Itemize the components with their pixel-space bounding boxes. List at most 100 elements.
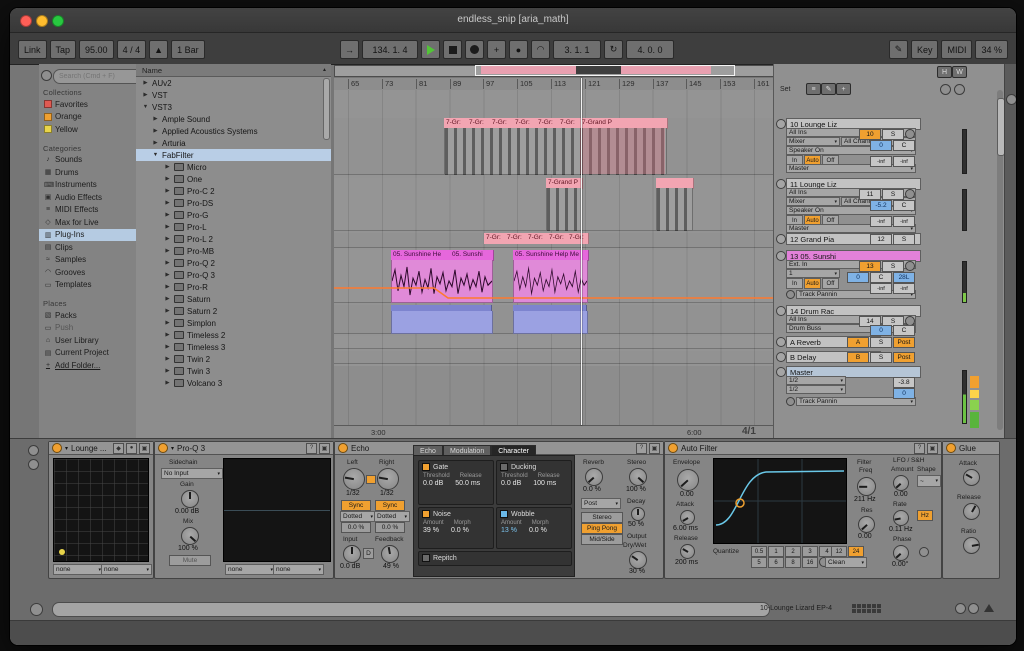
lfo-shape-dropdown[interactable]: ~ [917,475,941,487]
track-fold-icon[interactable] [776,251,786,261]
tree-item-applied-acoustics[interactable]: ▶Applied Acoustics Systems [136,125,331,137]
gate-release-value[interactable]: 50.0 ms [455,480,480,487]
pre-post-toggle[interactable]: Post [893,352,915,363]
tree-item-pro-r[interactable]: ▶Pro-R [136,281,331,293]
decay-value[interactable]: 50 % [628,521,644,528]
mix-knob[interactable] [181,527,199,545]
browser-toggle-icon[interactable] [41,70,52,81]
sidechain-right-dropdown[interactable]: none [273,564,324,575]
collection-favorites[interactable]: Favorites [39,98,136,111]
tree-item-pro-l2[interactable]: ▶Pro-L 2 [136,233,331,245]
time-signature-field[interactable]: 4 / 4 [117,40,147,59]
send-b-field[interactable]: -inf [893,283,915,294]
link-button[interactable]: Link [18,40,47,59]
track-header-14[interactable]: 14 Drum Rac All Ins Drum Buss 14S 0C [776,305,961,333]
sidebar-item-grooves[interactable]: ◠Grooves [39,266,136,279]
loop-length-field[interactable]: 4. 0. 0 [626,40,674,59]
pan-split-field[interactable]: 28L [893,272,915,283]
solo-button[interactable]: S [893,234,915,245]
attack-knob[interactable] [680,510,695,525]
unfold-params-icon[interactable]: ▣ [927,443,938,454]
envelope-amount-value[interactable]: 0.00 [680,491,694,498]
place-packs[interactable]: ▧Packs [39,309,136,322]
tree-item-auv2[interactable]: ▶AUv2 [136,77,331,89]
master-volume-field[interactable]: -3.8 [893,377,915,388]
midi-clip-body[interactable] [546,188,582,231]
collection-yellow[interactable]: Yellow [39,123,136,136]
cue-volume-field[interactable]: 0 [893,388,915,399]
gate-toggle-icon[interactable] [422,463,430,471]
eq-display[interactable] [223,458,331,562]
circuit-dropdown[interactable]: Clean [825,557,867,568]
quantize-6-button[interactable]: 6 [768,557,784,568]
quantize-1-button[interactable]: 1 [768,546,784,557]
capture-midi-button[interactable]: + [487,40,506,59]
tree-item-timeless3[interactable]: ▶Timeless 3 [136,341,331,353]
glue-attack-knob[interactable] [963,469,980,486]
track-number[interactable]: 11 [859,189,881,200]
lfo-amount-knob[interactable] [893,475,909,491]
sidebar-item-templates[interactable]: ▭Templates [39,279,136,292]
track-fold-icon[interactable] [776,234,786,244]
tree-item-pro-q2[interactable]: ▶Pro-Q 2 [136,257,331,269]
quantize-2-button[interactable]: 2 [785,546,801,557]
cue-out-dropdown[interactable]: 1/2 [786,376,846,385]
tree-item-pro-l[interactable]: ▶Pro-L [136,221,331,233]
xy-handle[interactable] [59,549,65,555]
solo-button[interactable]: S [882,189,904,200]
wobble-toggle-icon[interactable] [500,510,508,518]
track-number[interactable]: 10 [859,129,881,140]
status-circle-icon[interactable] [955,603,966,614]
xy-pad-display[interactable] [53,458,149,562]
gain-value[interactable]: 0.00 dB [175,508,199,515]
sidebar-item-clips[interactable]: ▤Clips [39,241,136,254]
return-track-a[interactable]: A Reverb ASPost [776,336,961,348]
return-lane-a[interactable] [334,336,773,349]
lfo-rate-knob[interactable] [893,510,909,526]
locator-pencil-icon[interactable]: ✎ [821,83,836,95]
track-fold-icon[interactable] [776,337,786,347]
feedback-knob[interactable] [381,545,399,563]
track-number[interactable]: B [847,352,869,363]
save-preset-icon[interactable]: ● [126,443,137,454]
volume-field[interactable]: 0 [870,325,892,336]
automation-line[interactable] [334,250,773,302]
sidebar-item-audio-effects[interactable]: ▣Audio Effects [39,191,136,204]
tree-item-micro[interactable]: ▶Micro [136,161,331,173]
metronome-icon[interactable]: ▲ [149,40,168,59]
place-current-project[interactable]: ▤Current Project [39,347,136,360]
midi-map-button[interactable]: MIDI [941,40,972,59]
locator-grid-icon[interactable]: ≡ [806,83,821,95]
quantize-5-button[interactable]: 5 [751,557,767,568]
volume-field[interactable]: 0 [870,140,892,151]
quantize-0.5-button[interactable]: 0.5 [751,546,767,557]
input-gain-knob[interactable] [343,545,361,563]
clip[interactable]: 7-Gr: [484,233,507,244]
filter-freq-value[interactable]: 211 Hz [854,496,876,503]
master-track-header[interactable]: Master 1/2 1/2 Track Pannin -3.8 0 [776,366,961,425]
automation-lane-icon[interactable] [786,397,795,406]
plugin-window-icon[interactable]: ▣ [319,443,330,454]
place-push[interactable]: ▭Push [39,322,136,335]
arrangement-area[interactable]: 7-Gr: 7-Gr: 7-Gr: 7-Gr: 7-Gr: 7-Gr: 7-Gr… [334,90,773,425]
send-a-field[interactable]: -inf [870,283,892,294]
sidebar-item-samples[interactable]: ≈Samples [39,254,136,267]
overview-viewport[interactable] [475,65,735,76]
glue-ratio-knob[interactable] [963,537,980,554]
dry-wet-knob[interactable] [629,551,647,569]
glue-release-knob[interactable] [963,503,980,520]
sidebar-item-max-for-live[interactable]: ◇Max for Live [39,216,136,229]
time-ruler[interactable]: 3:00 6:00 4/1 [334,425,773,439]
lfo-phase-value[interactable]: 0.00° [892,561,908,568]
automation-lane-icon[interactable] [786,290,795,299]
track-fold-icon[interactable] [776,306,786,316]
height-button[interactable]: H [937,66,952,78]
quantize-3-button[interactable]: 3 [802,546,818,557]
sidechain-left-dropdown[interactable]: none [53,564,104,575]
status-info-field[interactable] [52,602,770,617]
volume-field[interactable]: 0 [847,272,869,283]
lfo-phase-knob[interactable] [893,545,909,561]
track-fold-icon[interactable] [776,367,786,377]
sidebar-item-instruments[interactable]: ⌨Instruments [39,179,136,192]
record-button[interactable] [465,40,484,59]
